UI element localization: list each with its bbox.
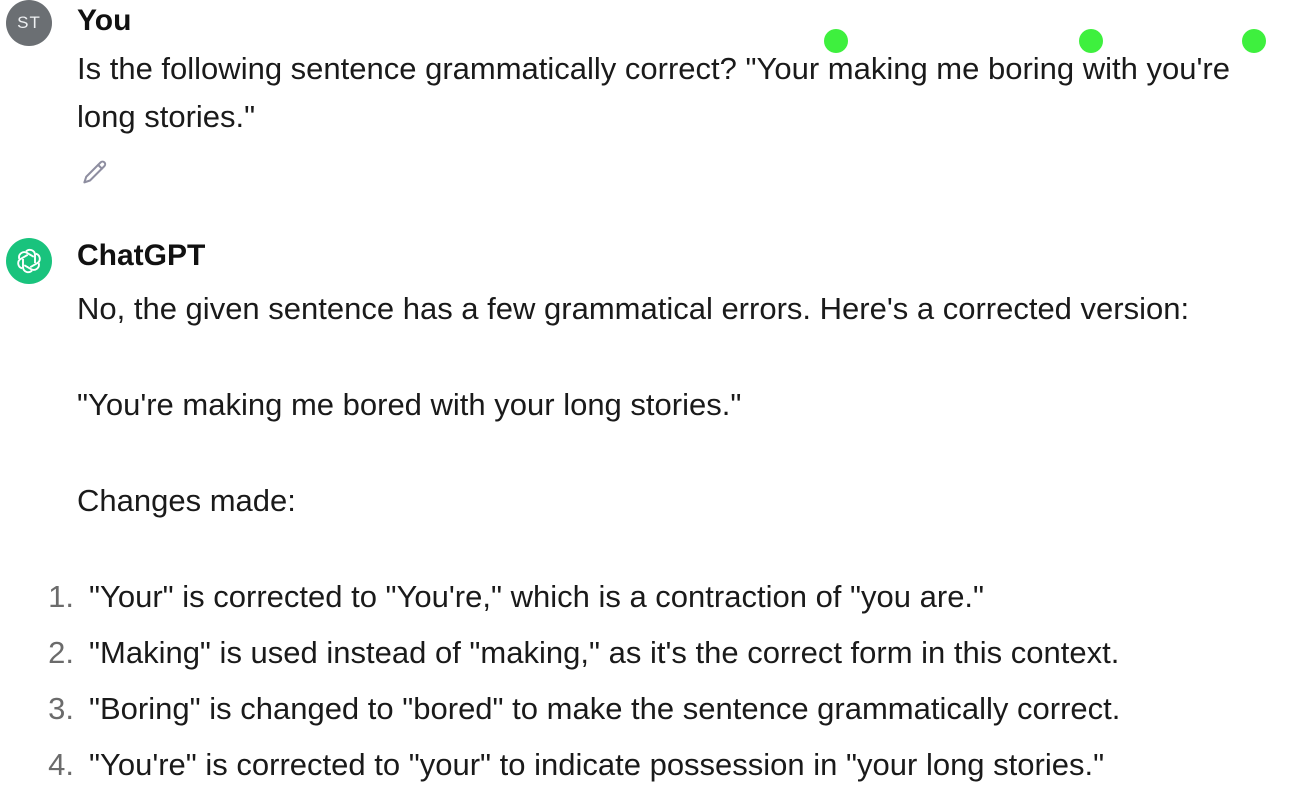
assistant-avatar — [6, 238, 52, 284]
list-item: 4 "You're" is corrected to "your" to indi… — [0, 741, 1120, 797]
list-item-number: 3 — [0, 685, 74, 733]
highlight-marker — [824, 29, 848, 53]
list-item-number: 2 — [0, 629, 74, 677]
highlight-marker — [1079, 29, 1103, 53]
user-avatar: ST — [6, 0, 52, 46]
chat-conversation: ST You Is the following sentence grammat… — [0, 0, 1292, 802]
assistant-name: ChatGPT — [77, 239, 206, 272]
user-avatar-initials: ST — [17, 13, 41, 32]
edit-message-button[interactable] — [78, 156, 112, 190]
list-item-text: "Making" is used instead of "making," as… — [89, 635, 1120, 670]
list-item: 1 "Your" is corrected to "You're," which … — [0, 573, 1120, 629]
list-item-text: "You're" is corrected to "your" to indic… — [89, 747, 1105, 782]
pencil-icon — [83, 160, 107, 184]
list-item-text: "Your" is corrected to "You're," which i… — [89, 579, 985, 614]
list-item-number: 1 — [0, 573, 74, 621]
user-message: Is the following sentence grammatically … — [77, 51, 1230, 134]
list-item-number: 4 — [0, 741, 74, 789]
list-item: 3 "Boring" is changed to "bored" to make … — [0, 685, 1120, 741]
corrected-sentence: "You're making me bored with your long s… — [77, 387, 742, 422]
assistant-intro: No, the given sentence has a few grammat… — [77, 291, 1190, 326]
list-item-text: "Boring" is changed to "bored" to make t… — [89, 691, 1121, 726]
changes-list: 1 "Your" is corrected to "You're," which … — [0, 573, 1120, 797]
highlight-marker — [1242, 29, 1266, 53]
changes-heading: Changes made: — [77, 483, 296, 518]
list-item: 2 "Making" is used instead of "making," a… — [0, 629, 1120, 685]
openai-logo-icon — [17, 248, 41, 274]
user-name: You — [77, 4, 132, 37]
